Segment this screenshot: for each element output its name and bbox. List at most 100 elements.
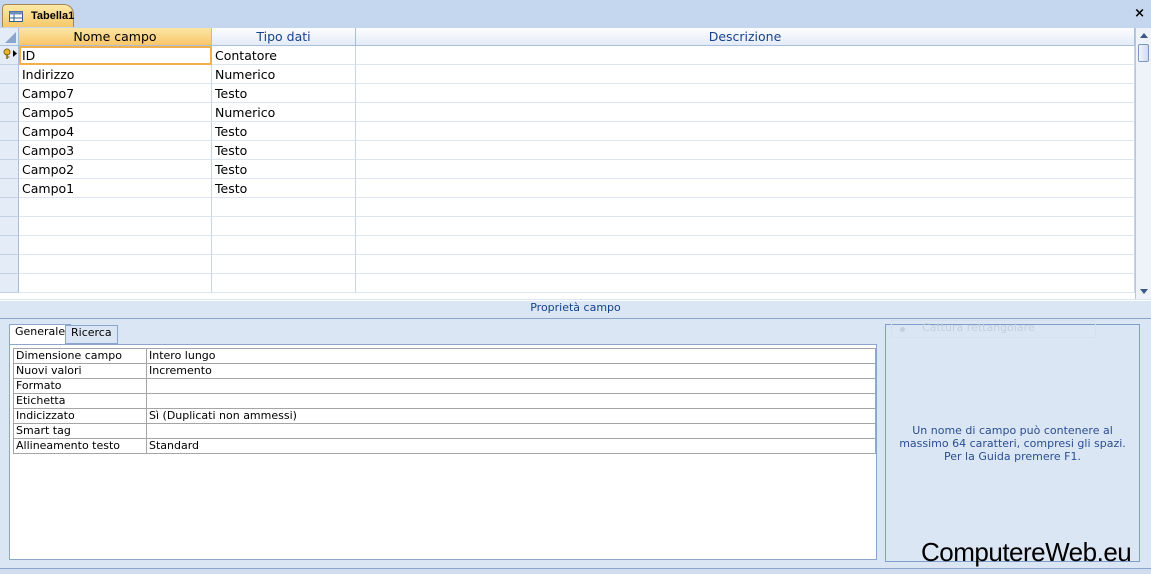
description-cell[interactable] <box>356 255 1135 274</box>
property-label: Etichetta <box>13 393 147 409</box>
description-cell[interactable] <box>356 274 1135 293</box>
row-selector[interactable] <box>0 179 19 198</box>
row-selector[interactable] <box>0 122 19 141</box>
data-type-cell[interactable]: Contatore <box>212 46 356 65</box>
field-name-cell[interactable]: Campo4 <box>19 122 212 141</box>
table-row[interactable]: Campo5 Numerico <box>0 103 1135 122</box>
property-row[interactable]: Indicizzato Sì (Duplicati non ammessi) <box>13 408 876 424</box>
table-row[interactable]: Campo1 Testo <box>0 179 1135 198</box>
field-name-cell[interactable]: ID <box>19 46 212 65</box>
property-value[interactable] <box>146 393 876 409</box>
table-row[interactable]: Indirizzo Numerico <box>0 65 1135 84</box>
data-type-cell[interactable] <box>212 255 356 274</box>
data-type-cell[interactable] <box>212 274 356 293</box>
help-text: Un nome di campo può contenere al massim… <box>899 424 1126 463</box>
capture-dot-icon <box>900 327 905 332</box>
row-selector[interactable] <box>0 141 19 160</box>
row-selector[interactable] <box>0 160 19 179</box>
field-name-cell[interactable] <box>19 198 212 217</box>
field-name-cell[interactable] <box>19 274 212 293</box>
column-header-description[interactable]: Descrizione <box>356 28 1135 46</box>
property-label: Indicizzato <box>13 408 147 424</box>
document-tab[interactable]: Tabella1 <box>2 4 74 27</box>
table-row[interactable] <box>0 217 1135 236</box>
scroll-up-icon[interactable] <box>1140 33 1148 38</box>
data-type-cell[interactable]: Testo <box>212 122 356 141</box>
field-name-cell[interactable]: Indirizzo <box>19 65 212 84</box>
select-all-corner[interactable] <box>0 28 19 46</box>
description-cell[interactable] <box>356 179 1135 198</box>
data-type-cell[interactable]: Testo <box>212 84 356 103</box>
table-row[interactable]: Campo4 Testo <box>0 122 1135 141</box>
description-cell[interactable] <box>356 236 1135 255</box>
column-header-data-type[interactable]: Tipo dati <box>212 28 356 46</box>
tab-ricerca[interactable]: Ricerca <box>65 325 118 344</box>
description-cell[interactable] <box>356 122 1135 141</box>
property-row[interactable]: Etichetta <box>13 393 876 409</box>
primary-key-icon <box>3 48 17 59</box>
data-type-cell[interactable]: Testo <box>212 160 356 179</box>
data-type-cell[interactable]: Testo <box>212 179 356 198</box>
description-cell[interactable] <box>356 198 1135 217</box>
data-type-cell[interactable]: Testo <box>212 141 356 160</box>
description-cell[interactable] <box>356 65 1135 84</box>
row-selector[interactable] <box>0 217 19 236</box>
watermark: ComputereWeb.eu <box>921 537 1132 567</box>
column-header-field-name[interactable]: Nome campo <box>19 28 212 46</box>
data-type-cell[interactable]: Numerico <box>212 65 356 84</box>
property-value[interactable]: Incremento <box>146 363 876 379</box>
vertical-scrollbar[interactable] <box>1135 28 1151 299</box>
table-row[interactable] <box>0 255 1135 274</box>
field-name-cell[interactable] <box>19 255 212 274</box>
grid-rows: ID Contatore Indirizzo Numerico Campo7 Testo C… <box>0 46 1135 293</box>
data-type-cell[interactable] <box>212 236 356 255</box>
row-selector[interactable] <box>0 236 19 255</box>
data-type-cell[interactable] <box>212 217 356 236</box>
tab-generale[interactable]: Generale <box>9 324 72 345</box>
property-row[interactable]: Dimensione campo Intero lungo <box>13 348 876 364</box>
field-name-cell[interactable]: Campo1 <box>19 179 212 198</box>
row-selector[interactable] <box>0 84 19 103</box>
field-name-cell[interactable] <box>19 236 212 255</box>
row-selector[interactable] <box>0 274 19 293</box>
row-selector[interactable] <box>0 198 19 217</box>
row-selector[interactable] <box>0 65 19 84</box>
table-row[interactable] <box>0 236 1135 255</box>
property-value[interactable] <box>146 378 876 394</box>
property-row[interactable]: Allineamento testo Standard <box>13 438 876 454</box>
scroll-down-icon[interactable] <box>1140 289 1148 294</box>
table-row[interactable]: ID Contatore <box>0 46 1135 65</box>
table-icon <box>9 11 23 22</box>
description-cell[interactable] <box>356 84 1135 103</box>
table-row[interactable]: Campo2 Testo <box>0 160 1135 179</box>
description-cell[interactable] <box>356 141 1135 160</box>
property-value[interactable]: Standard <box>146 438 876 454</box>
description-cell[interactable] <box>356 103 1135 122</box>
field-name-cell[interactable]: Campo2 <box>19 160 212 179</box>
data-type-cell[interactable] <box>212 198 356 217</box>
property-row[interactable]: Smart tag <box>13 423 876 439</box>
data-type-cell[interactable]: Numerico <box>212 103 356 122</box>
row-selector[interactable] <box>0 46 19 65</box>
table-row[interactable]: Campo3 Testo <box>0 141 1135 160</box>
table-row[interactable] <box>0 198 1135 217</box>
field-name-cell[interactable]: Campo7 <box>19 84 212 103</box>
property-row[interactable]: Nuovi valori Incremento <box>13 363 876 379</box>
scroll-thumb[interactable] <box>1138 44 1149 62</box>
property-value[interactable]: Sì (Duplicati non ammessi) <box>146 408 876 424</box>
field-name-cell[interactable]: Campo5 <box>19 103 212 122</box>
field-name-cell[interactable] <box>19 217 212 236</box>
property-row[interactable]: Formato <box>13 378 876 394</box>
row-selector[interactable] <box>0 255 19 274</box>
description-cell[interactable] <box>356 217 1135 236</box>
table-row[interactable]: Campo7 Testo <box>0 84 1135 103</box>
table-row[interactable] <box>0 274 1135 293</box>
description-cell[interactable] <box>356 46 1135 65</box>
row-selector[interactable] <box>0 103 19 122</box>
field-design-grid: Nome campo Tipo dati Descrizione ID Conta… <box>0 28 1135 299</box>
field-name-cell[interactable]: Campo3 <box>19 141 212 160</box>
property-value[interactable] <box>146 423 876 439</box>
close-icon[interactable]: × <box>1134 6 1145 21</box>
description-cell[interactable] <box>356 160 1135 179</box>
property-value[interactable]: Intero lungo <box>146 348 876 364</box>
